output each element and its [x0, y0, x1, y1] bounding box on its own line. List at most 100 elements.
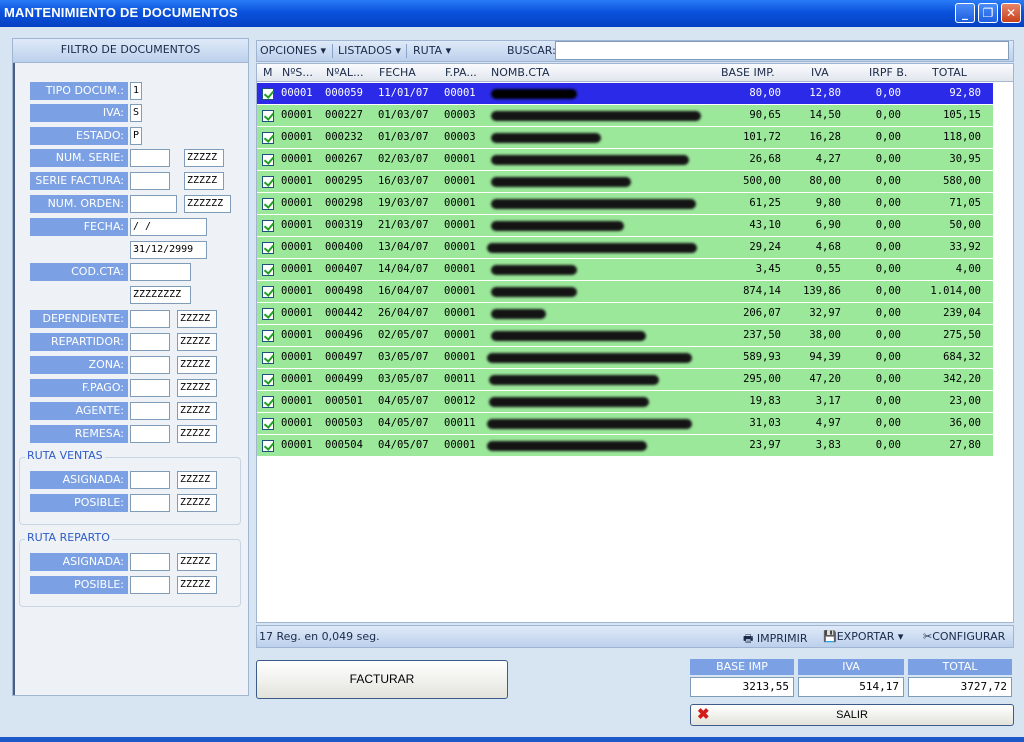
ruta-menu[interactable]: RUTA ▾: [413, 44, 451, 57]
table-row[interactable]: 00001 000319 21/03/07 00001 43,10 6,90 0,00 50,…: [257, 215, 993, 237]
minimize-button[interactable]: _: [955, 3, 975, 23]
row-checkbox[interactable]: [262, 418, 274, 430]
salir-button[interactable]: ✖ SALIR: [690, 704, 1014, 726]
estado-input[interactable]: P: [130, 127, 142, 145]
column-header[interactable]: TOTAL: [932, 66, 967, 79]
ruta-reparto-asignada-from-input[interactable]: [130, 553, 170, 571]
ruta-ventas-posible-from-input[interactable]: [130, 494, 170, 512]
ruta-ventas-asignada-to-input[interactable]: ZZZZZ: [177, 471, 217, 489]
table-row[interactable]: 00001 000496 02/05/07 00001 237,50 38,00 0,00 2…: [257, 325, 993, 347]
dependiente-to-input[interactable]: ZZZZZ: [177, 310, 217, 328]
fpago-from-input[interactable]: [130, 379, 170, 397]
window-title-bar[interactable]: MANTENIMIENTO DE DOCUMENTOS _ ❐ ✕: [0, 0, 1024, 27]
row-checkbox[interactable]: [262, 242, 274, 254]
fpago-to-input[interactable]: ZZZZZ: [177, 379, 217, 397]
table-row[interactable]: 00001 000503 04/05/07 00011 31,03 4,97 0,00 36,…: [257, 413, 993, 435]
serie-factura-to-input[interactable]: ZZZZZ: [184, 172, 224, 190]
table-row[interactable]: 00001 000400 13/04/07 00001 29,24 4,68 0,00 33,…: [257, 237, 993, 259]
configure-button[interactable]: ✂CONFIGURAR: [923, 630, 1005, 643]
tipo-docum-input[interactable]: 1: [130, 82, 142, 100]
row-checkbox[interactable]: [262, 154, 274, 166]
redacted-account-name: [491, 155, 689, 165]
agente-to-input[interactable]: ZZZZZ: [177, 402, 217, 420]
num-serie-from-input[interactable]: [130, 149, 170, 167]
cell-irpf: 0,00: [875, 329, 901, 341]
column-header[interactable]: IRPF B.: [869, 66, 907, 79]
row-checkbox[interactable]: [262, 440, 274, 452]
column-header[interactable]: NOMB.CTA: [491, 66, 550, 79]
column-header[interactable]: FECHA: [379, 66, 416, 79]
column-header[interactable]: NºS...: [282, 66, 313, 79]
table-row[interactable]: 00001 000497 03/05/07 00001 589,93 94,39 0,00 6…: [257, 347, 993, 369]
table-row[interactable]: 00001 000501 04/05/07 00012 19,83 3,17 0,00 23,…: [257, 391, 993, 413]
row-checkbox[interactable]: [262, 110, 274, 122]
column-header[interactable]: IVA: [811, 66, 829, 79]
ruta-reparto-posible-from-input[interactable]: [130, 576, 170, 594]
row-checkbox[interactable]: [262, 352, 274, 364]
row-checkbox[interactable]: [262, 286, 274, 298]
zona-from-input[interactable]: [130, 356, 170, 374]
row-checkbox[interactable]: [262, 198, 274, 210]
row-checkbox[interactable]: [262, 308, 274, 320]
row-checkbox[interactable]: [262, 330, 274, 342]
table-row[interactable]: 00001 000499 03/05/07 00011 295,00 47,20 0,00 3…: [257, 369, 993, 391]
num-serie-to-input[interactable]: ZZZZZ: [184, 149, 224, 167]
iva-input[interactable]: S: [130, 104, 142, 122]
row-checkbox[interactable]: [262, 132, 274, 144]
cod-cta-to-input[interactable]: ZZZZZZZZ: [130, 286, 191, 304]
row-checkbox[interactable]: [262, 220, 274, 232]
cell-base: 206,07: [743, 307, 781, 319]
table-row[interactable]: 00001 000267 02/03/07 00001 26,68 4,27 0,00 30,…: [257, 149, 993, 171]
filter-panel: FILTRO DE DOCUMENTOS TIPO DOCUM.: 1 IVA:…: [12, 38, 249, 696]
cell-num: 000496: [325, 329, 363, 341]
fecha-to-input[interactable]: 31/12/2999: [130, 241, 207, 259]
table-row[interactable]: 00001 000227 01/03/07 00003 90,65 14,50 0,00 10…: [257, 105, 993, 127]
row-checkbox[interactable]: [262, 396, 274, 408]
table-row[interactable]: 00001 000298 19/03/07 00001 61,25 9,80 0,00 71,…: [257, 193, 993, 215]
row-checkbox[interactable]: [262, 88, 274, 100]
cell-num: 000499: [325, 373, 363, 385]
repartidor-from-input[interactable]: [130, 333, 170, 351]
remesa-to-input[interactable]: ZZZZZ: [177, 425, 217, 443]
column-header[interactable]: BASE IMP.: [721, 66, 775, 79]
maximize-button[interactable]: ❐: [978, 3, 998, 23]
ruta-ventas-asignada-from-input[interactable]: [130, 471, 170, 489]
dependiente-from-input[interactable]: [130, 310, 170, 328]
cell-irpf: 0,00: [875, 263, 901, 275]
ruta-reparto-asignada-to-input[interactable]: ZZZZZ: [177, 553, 217, 571]
table-row[interactable]: 00001 000232 01/03/07 00003 101,72 16,28 0,00 1…: [257, 127, 993, 149]
agente-from-input[interactable]: [130, 402, 170, 420]
fecha-from-input[interactable]: / /: [130, 218, 207, 236]
cell-iva: 0,55: [815, 263, 841, 275]
num-orden-from-input[interactable]: [130, 195, 177, 213]
ruta-reparto-posible-to-input[interactable]: ZZZZZ: [177, 576, 217, 594]
opciones-menu[interactable]: OPCIONES ▾: [260, 44, 326, 57]
column-header[interactable]: M: [263, 66, 273, 79]
row-checkbox[interactable]: [262, 176, 274, 188]
serie-factura-from-input[interactable]: [130, 172, 170, 190]
cell-irpf: 0,00: [875, 351, 901, 363]
num-orden-to-input[interactable]: ZZZZZZ: [184, 195, 231, 213]
listados-menu[interactable]: LISTADOS ▾: [338, 44, 401, 57]
facturar-button[interactable]: FACTURAR: [256, 660, 508, 699]
row-checkbox[interactable]: [262, 374, 274, 386]
close-button[interactable]: ✕: [1001, 3, 1021, 23]
repartidor-to-input[interactable]: ZZZZZ: [177, 333, 217, 351]
table-row[interactable]: 00001 000498 16/04/07 00001 874,14 139,86 0,00…: [257, 281, 993, 303]
cod-cta-from-input[interactable]: [130, 263, 191, 281]
search-input[interactable]: [555, 41, 1009, 60]
remesa-from-input[interactable]: [130, 425, 170, 443]
table-row[interactable]: 00001 000295 16/03/07 00001 500,00 80,00 0,00 5…: [257, 171, 993, 193]
table-row[interactable]: 00001 000442 26/04/07 00001 206,07 32,97 0,00 2…: [257, 303, 993, 325]
table-row[interactable]: 00001 000504 04/05/07 00001 23,97 3,83 0,00 27,…: [257, 435, 993, 457]
table-row[interactable]: 00001 000059 11/01/07 00001 80,00 12,80 0,00 92…: [257, 83, 993, 105]
row-checkbox[interactable]: [262, 264, 274, 276]
ruta-ventas-posible-to-input[interactable]: ZZZZZ: [177, 494, 217, 512]
export-button[interactable]: 💾EXPORTAR ▾: [823, 630, 903, 643]
table-row[interactable]: 00001 000407 14/04/07 00001 3,45 0,55 0,00 4,00: [257, 259, 993, 281]
column-header[interactable]: NºAL...: [326, 66, 364, 79]
column-header[interactable]: F.PA...: [445, 66, 477, 79]
documents-grid[interactable]: M NºS... NºAL... FECHA F.PA... NOMB.CTA …: [256, 63, 1014, 623]
zona-to-input[interactable]: ZZZZZ: [177, 356, 217, 374]
print-button[interactable]: 🖶 IMPRIMIR: [743, 630, 808, 649]
